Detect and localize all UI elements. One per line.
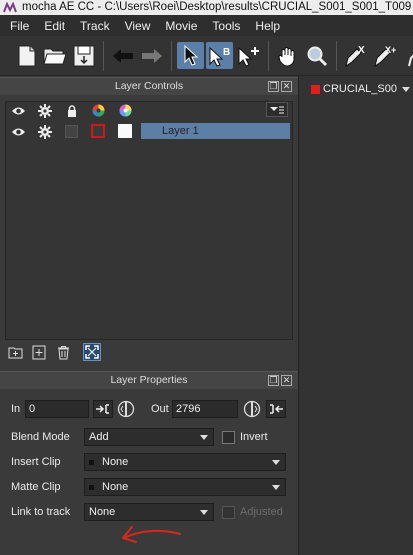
hand-icon[interactable] (274, 42, 301, 69)
out-field[interactable]: 2796 (172, 400, 238, 418)
window-title: mocha AE CC - C:\Users\Roei\Desktop\resu… (22, 1, 412, 13)
menu-movie[interactable]: Movie (165, 19, 197, 33)
layer-controls-header: Layer Controls ❐ ✕ (0, 77, 298, 95)
layer-controls-title: Layer Controls (114, 80, 184, 92)
close-panel-icon[interactable]: ✕ (281, 81, 292, 92)
layer-lock-toggle[interactable] (65, 125, 78, 138)
float-panel-icon-2[interactable]: ❐ (268, 375, 279, 386)
visibility-eye-icon[interactable] (10, 104, 26, 118)
chevron-down-icon (272, 460, 280, 465)
undo-icon[interactable] (109, 42, 136, 69)
menu-view[interactable]: View (125, 19, 151, 33)
pen-x-icon[interactable]: X (341, 42, 368, 69)
pick-tool-icon[interactable] (177, 42, 204, 69)
blend-mode-value: Add (89, 431, 109, 443)
redo-icon[interactable] (138, 42, 165, 69)
chevron-down-icon (272, 485, 280, 490)
new-file-icon[interactable] (13, 42, 40, 69)
gear-icon[interactable] (37, 103, 52, 118)
insert-clip-label: Insert Clip (11, 456, 61, 468)
svg-text:X+: X+ (385, 45, 396, 55)
zoom-icon[interactable] (303, 42, 330, 69)
layer-menu-button[interactable] (266, 102, 288, 117)
matte-clip-label: Matte Clip (11, 481, 61, 493)
chevron-down-icon (200, 435, 208, 440)
annotation-arrow-icon (122, 526, 181, 543)
matte-clip-value: None (102, 481, 129, 493)
new-folder-icon[interactable] (7, 345, 23, 360)
layer-properties-title: Layer Properties (110, 374, 188, 386)
go-to-out-point-button[interactable] (242, 400, 262, 418)
close-panel-icon-2[interactable]: ✕ (281, 375, 292, 386)
toolbar: B X X+ (0, 36, 413, 76)
trash-icon[interactable] (55, 344, 71, 360)
menu-track[interactable]: Track (80, 19, 110, 33)
open-folder-icon[interactable] (41, 42, 68, 69)
link-to-track-dropdown[interactable]: None (84, 503, 214, 521)
blend-mode-dropdown[interactable]: Add (84, 428, 214, 446)
menu-help[interactable]: Help (255, 19, 280, 33)
pen-x-plus-icon[interactable]: X+ (370, 42, 397, 69)
link-to-track-label: Link to track (11, 506, 71, 518)
invert-label: Invert (240, 431, 268, 443)
set-in-point-button[interactable] (93, 400, 113, 418)
window-title-bar: mocha AE CC - C:\Users\Roei\Desktop\resu… (0, 0, 413, 15)
adjusted-checkbox[interactable] (222, 506, 235, 519)
svg-text:B: B (223, 47, 230, 58)
viewer-clip-name: CRUCIAL_S00 (323, 83, 397, 95)
clip-color-swatch (311, 85, 320, 94)
blend-mode-label: Blend Mode (11, 431, 70, 443)
clip-swatch-icon (89, 484, 94, 490)
insert-clip-dropdown[interactable]: None (84, 453, 286, 471)
menu-bar: File Edit Track View Movie Tools Help (0, 15, 413, 36)
insert-clip-value: None (102, 456, 129, 468)
layer-matte-color-swatch[interactable] (118, 124, 132, 138)
chevron-down-icon (200, 510, 208, 515)
svg-text:X: X (358, 45, 365, 56)
layer-name: Layer 1 (162, 125, 199, 137)
menu-edit[interactable]: Edit (44, 19, 65, 33)
menu-file[interactable]: File (10, 19, 29, 33)
duplicate-layer-icon[interactable] (31, 344, 47, 360)
adjusted-label: Adjusted (240, 506, 283, 518)
set-out-point-button[interactable] (266, 400, 286, 418)
add-point-icon[interactable] (235, 42, 262, 69)
viewer-clip-tab[interactable]: CRUCIAL_S00 (302, 80, 413, 98)
out-label: Out (151, 403, 169, 415)
layer-row-selected[interactable]: Layer 1 (141, 123, 290, 139)
lock-icon[interactable] (65, 103, 79, 118)
matte-clip-dropdown[interactable]: None (84, 478, 286, 496)
color-wheel-icon[interactable] (91, 103, 106, 118)
color-picker-icon[interactable] (118, 103, 133, 118)
fit-view-icon[interactable] (83, 343, 101, 361)
mocha-logo-icon (3, 2, 17, 13)
go-to-in-point-button[interactable] (116, 400, 136, 418)
layer-properties-header: Layer Properties ❐ ✕ (0, 371, 298, 389)
pen-extra-icon[interactable] (399, 42, 413, 69)
select-b-icon[interactable]: B (206, 42, 233, 69)
layer-visibility-eye-icon[interactable] (10, 125, 26, 139)
link-to-track-value: None (89, 506, 116, 518)
layer-color-swatch[interactable] (91, 124, 105, 138)
layer-gear-icon[interactable] (37, 124, 52, 139)
clip-swatch-icon (89, 459, 94, 465)
viewer-panel (298, 76, 413, 555)
chevron-down-icon (402, 87, 410, 92)
invert-checkbox[interactable] (222, 431, 235, 444)
float-panel-icon[interactable]: ❐ (268, 81, 279, 92)
save-icon[interactable] (70, 42, 97, 69)
in-field[interactable]: 0 (25, 400, 89, 418)
in-label: In (11, 403, 21, 415)
menu-tools[interactable]: Tools (212, 19, 240, 33)
